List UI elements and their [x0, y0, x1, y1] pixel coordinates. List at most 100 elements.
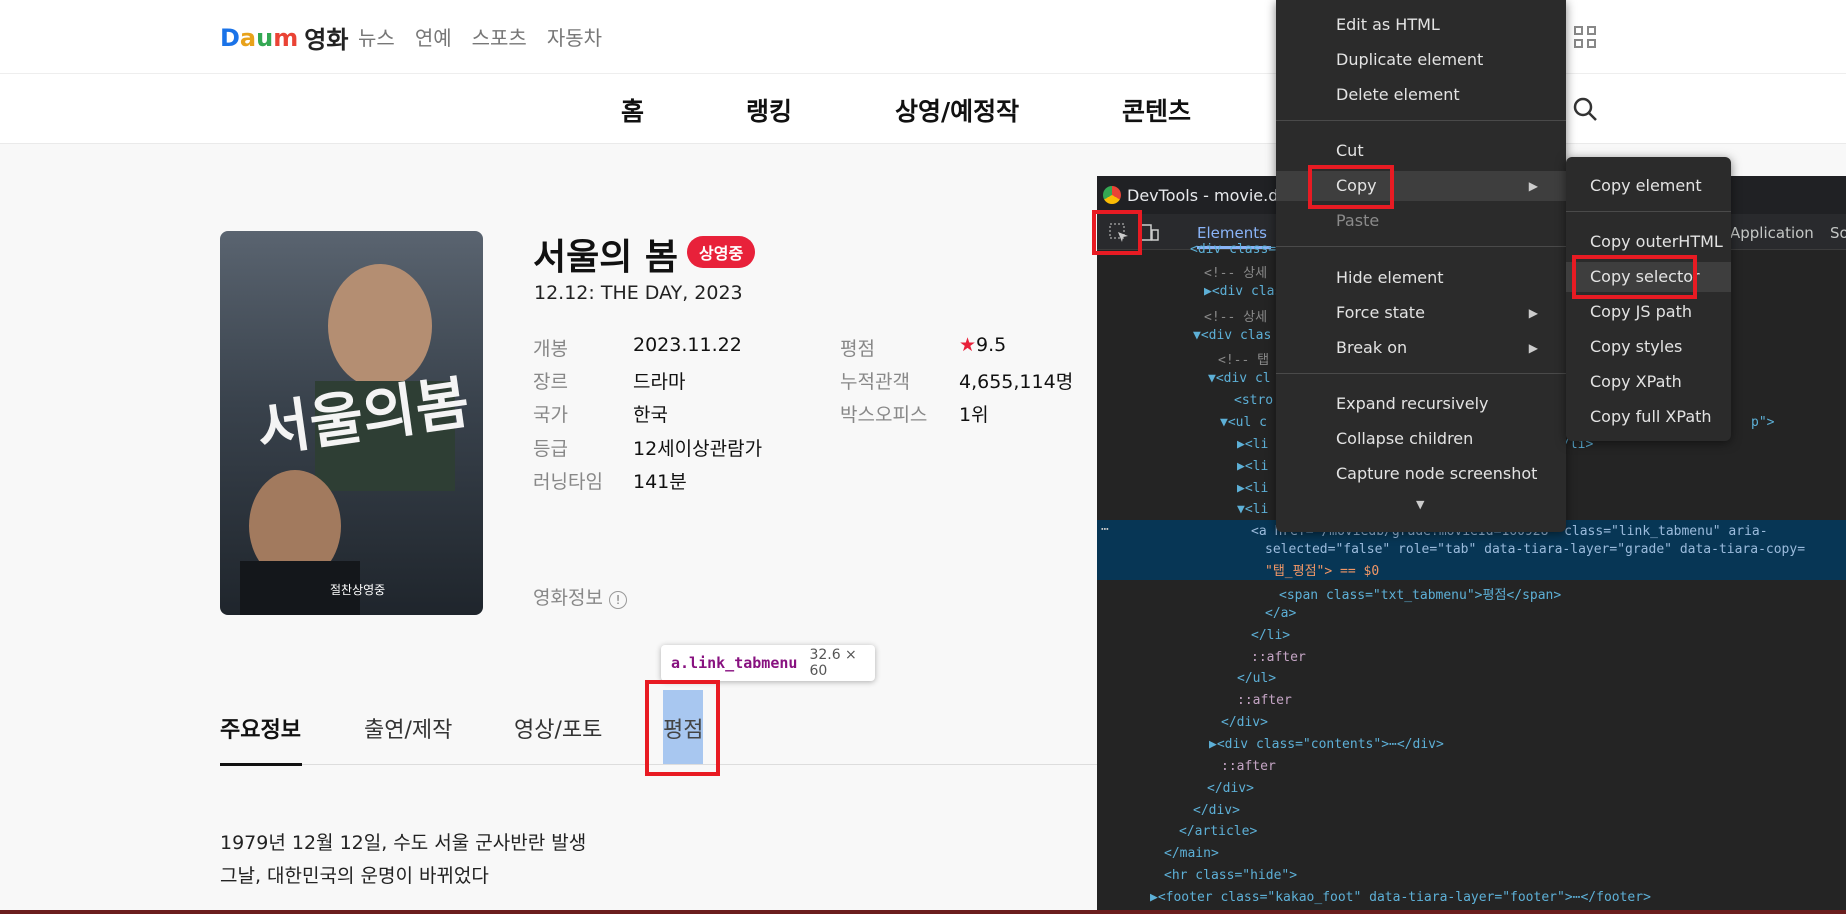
tab-application[interactable]: Application [1730, 224, 1814, 242]
dom-node[interactable]: </li> [1251, 628, 1290, 643]
expand-arrow-icon[interactable]: ▶ [1237, 437, 1245, 452]
info-value: 1위 [959, 404, 989, 426]
dom-node[interactable]: ▶<li [1237, 481, 1268, 496]
top-link-sports[interactable]: 스포츠 [472, 22, 527, 51]
movie-info-link[interactable]: 영화정보 ! [533, 583, 627, 610]
dom-node[interactable]: ▶<div class="contents">⋯</div> [1209, 737, 1444, 752]
top-link-news[interactable]: 뉴스 [358, 22, 395, 51]
menu-duplicate-element[interactable]: Duplicate element [1276, 45, 1566, 75]
more-options-icon[interactable]: ⋯ [1101, 522, 1109, 537]
info-label: 평점 [840, 338, 875, 360]
tab-elements[interactable]: Elements [1197, 224, 1267, 242]
dom-comment[interactable]: <!-- 상세 [1204, 306, 1267, 325]
dom-node[interactable]: ▼<ul c [1220, 415, 1267, 430]
scroll-down-icon[interactable]: ▼ [1416, 498, 1424, 511]
copy-submenu: Copy element Copy outerHTML Copy selecto… [1566, 157, 1731, 441]
info-icon: ! [608, 591, 627, 609]
menu-copy-js-path[interactable]: Copy JS path [1566, 297, 1731, 327]
dom-node[interactable]: <div class= [1190, 242, 1276, 257]
tab-sources[interactable]: So [1830, 224, 1846, 242]
dom-node[interactable]: ▶<div clas [1204, 284, 1282, 299]
nav-contents[interactable]: 콘텐츠 [1122, 92, 1191, 128]
movie-subtitle: 12.12: THE DAY, 2023 [534, 282, 743, 304]
top-link-entertain[interactable]: 연예 [415, 22, 452, 51]
menu-expand-recursively[interactable]: Expand recursively [1276, 389, 1566, 419]
dom-node[interactable]: </main> [1164, 846, 1219, 861]
expand-arrow-icon[interactable]: ▶ [1237, 481, 1245, 496]
menu-cut[interactable]: Cut [1276, 136, 1566, 166]
selected-line: selected="false" role="tab" data-tiara-l… [1265, 542, 1806, 557]
submenu-arrow-icon: ▶ [1528, 179, 1538, 193]
menu-capture-node-screenshot[interactable]: Capture node screenshot [1276, 459, 1566, 489]
dom-node[interactable]: ▼<li [1237, 502, 1268, 517]
daum-logo[interactable]: Daum 영화 [220, 20, 348, 55]
tab-active-indicator [220, 763, 302, 766]
annotation-box-copy-selector [1572, 255, 1697, 299]
info-value: 한국 [633, 404, 668, 426]
expand-arrow-icon[interactable]: ▶ [1150, 890, 1158, 905]
collapse-arrow-icon[interactable]: ▼ [1208, 371, 1216, 386]
dom-comment[interactable]: <!-- 탭 [1218, 349, 1269, 368]
menu-edit-as-html[interactable]: Edit as HTML [1276, 10, 1566, 40]
dom-node[interactable]: </a> [1265, 606, 1296, 621]
info-label: 개봉 [533, 338, 568, 360]
svg-text:절찬상영중: 절찬상영중 [330, 582, 385, 597]
dom-node[interactable]: ▶<footer class="kakao_foot" data-tiara-l… [1150, 890, 1651, 905]
bottom-strip [0, 910, 1846, 914]
menu-force-state[interactable]: Force state ▶ [1276, 298, 1566, 328]
tab-video[interactable]: 영상/포토 [514, 712, 602, 744]
dom-node[interactable]: <stro [1234, 393, 1273, 408]
dom-node[interactable]: </article> [1179, 824, 1257, 839]
star-icon: ★ [959, 334, 977, 356]
search-icon[interactable] [1572, 96, 1598, 122]
info-value: 드라마 [633, 371, 686, 393]
nav-home[interactable]: 홈 [621, 92, 644, 128]
collapse-arrow-icon[interactable]: ▼ [1220, 415, 1228, 430]
menu-copy-outerhtml[interactable]: Copy outerHTML [1566, 227, 1731, 257]
dom-pseudo[interactable]: ::after [1221, 759, 1276, 774]
info-value: 141분 [633, 471, 687, 493]
menu-copy-element[interactable]: Copy element [1566, 171, 1731, 201]
dom-node[interactable]: <span class="txt_tabmenu">평점</span> [1279, 584, 1561, 603]
menu-copy-styles[interactable]: Copy styles [1566, 332, 1731, 362]
menu-delete-element[interactable]: Delete element [1276, 80, 1566, 110]
dom-node[interactable]: </div> [1193, 803, 1240, 818]
dom-node[interactable]: ▼<div clas [1193, 328, 1271, 343]
dom-node[interactable]: ▶<li [1237, 459, 1268, 474]
expand-arrow-icon[interactable]: ▶ [1204, 284, 1212, 299]
service-menu-icon[interactable] [1574, 26, 1596, 48]
info-label: 국가 [533, 404, 568, 426]
menu-paste[interactable]: Paste [1276, 206, 1566, 236]
menu-hide-element[interactable]: Hide element [1276, 263, 1566, 293]
dom-node[interactable]: <hr class="hide"> [1164, 868, 1297, 883]
dom-node[interactable]: </div> [1207, 781, 1254, 796]
dom-node[interactable]: </ul> [1237, 671, 1276, 686]
top-link-auto[interactable]: 자동차 [547, 22, 602, 51]
menu-collapse-children[interactable]: Collapse children [1276, 424, 1566, 454]
tab-main-info[interactable]: 주요정보 [220, 712, 301, 744]
dom-node[interactable]: ▶<li [1237, 437, 1268, 452]
info-value: 4,655,114명 [959, 371, 1074, 393]
dom-pseudo[interactable]: ::after [1237, 693, 1292, 708]
collapse-arrow-icon[interactable]: ▼ [1237, 502, 1245, 517]
menu-copy-full-xpath[interactable]: Copy full XPath [1566, 402, 1731, 432]
annotation-box-inspect [1092, 210, 1142, 255]
annotation-box-rating-tab [645, 680, 720, 776]
site-header: Daum 영화 뉴스 연예 스포츠 자동차 [0, 0, 1846, 74]
tab-cast[interactable]: 출연/제작 [364, 712, 452, 744]
movie-title: 서울의 봄 [533, 237, 679, 278]
nav-showing[interactable]: 상영/예정작 [895, 92, 1019, 128]
dom-node[interactable]: ▼<div cl [1208, 371, 1271, 386]
nav-ranking[interactable]: 랭킹 [746, 92, 792, 128]
collapse-arrow-icon[interactable]: ▼ [1193, 328, 1201, 343]
selected-line: "탭_평점"> == $0 [1265, 564, 1380, 579]
expand-arrow-icon[interactable]: ▶ [1209, 737, 1217, 752]
expand-arrow-icon[interactable]: ▶ [1237, 459, 1245, 474]
dom-comment[interactable]: <!-- 상세 [1204, 262, 1267, 281]
dom-pseudo[interactable]: ::after [1251, 650, 1306, 665]
dom-node[interactable]: </div> [1221, 715, 1268, 730]
menu-copy-xpath[interactable]: Copy XPath [1566, 367, 1731, 397]
rating-value: ★9.5 [959, 334, 1007, 356]
menu-break-on[interactable]: Break on ▶ [1276, 333, 1566, 363]
synopsis-line: 그날, 대한민국의 운명이 바뀌었다 [220, 865, 489, 887]
